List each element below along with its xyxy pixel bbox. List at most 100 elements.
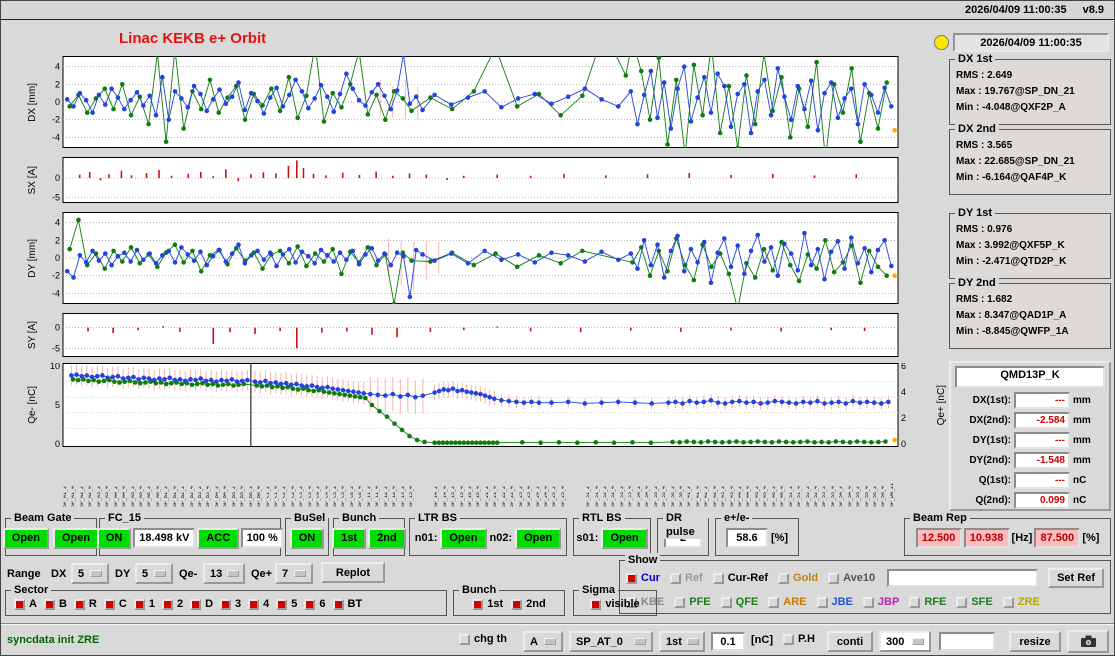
show-qfe-label: QFE bbox=[736, 596, 759, 608]
show-ave10-checkbox[interactable]: Ave10 bbox=[828, 572, 875, 584]
show-jbe-checkbox[interactable]: JBE bbox=[817, 596, 853, 608]
show-sfe-checkbox[interactable]: SFE bbox=[956, 596, 992, 608]
ph-checkbox[interactable]: P.H bbox=[783, 633, 815, 645]
conti-button[interactable]: conti bbox=[827, 631, 873, 652]
svg-text:-2: -2 bbox=[52, 115, 60, 125]
show-rfe-label: RFE bbox=[924, 596, 946, 608]
range-dy-value: 5 bbox=[142, 568, 148, 580]
sector-5-checkbox[interactable]: 5 bbox=[276, 598, 297, 610]
sigma-visible-indicator bbox=[590, 599, 601, 610]
range-dy-menu-indicator-icon bbox=[154, 570, 166, 577]
sector-5-label: 5 bbox=[291, 598, 297, 610]
sector-bt-checkbox[interactable]: BT bbox=[333, 598, 363, 610]
range-dy-select[interactable]: 5 bbox=[135, 563, 173, 584]
x-axis-label-SP_12_2: SP_12_2 bbox=[384, 451, 392, 507]
show-are-checkbox[interactable]: ARE bbox=[768, 596, 806, 608]
x-axis-label-SP_56_4: SP_56_4 bbox=[881, 451, 889, 507]
bpm-dy2-label: DY(2nd): bbox=[955, 455, 1011, 466]
range-dx-select[interactable]: 5 bbox=[71, 563, 109, 584]
fc15-kv-field[interactable]: 18.498 kV bbox=[133, 528, 195, 548]
fc15-acc-button[interactable]: ACC bbox=[197, 528, 239, 549]
sy-y-axis-title: SY [A] bbox=[21, 313, 43, 357]
sector-4-checkbox[interactable]: 4 bbox=[248, 598, 269, 610]
show-ref-checkbox[interactable]: Ref bbox=[670, 572, 703, 584]
sector-a-checkbox[interactable]: A bbox=[14, 598, 37, 610]
x-axis-label-SP_41_2: SP_41_2 bbox=[687, 451, 695, 507]
sector-bt-label: BT bbox=[348, 598, 363, 610]
show-pfe-checkbox[interactable]: PFE bbox=[674, 596, 710, 608]
show-pfe-label: PFE bbox=[689, 596, 710, 608]
ratio-value-field[interactable]: 58.6 bbox=[726, 528, 768, 548]
sector-4-label: 4 bbox=[263, 598, 269, 610]
show-gold-indicator bbox=[778, 573, 789, 584]
sector-frame: Sector ABRC12D3456BT bbox=[5, 590, 447, 616]
bpm-dx2-label: DX(2nd): bbox=[955, 415, 1011, 426]
bunch-2nd-button[interactable]: 2nd bbox=[368, 528, 406, 549]
x-axis-label-SP_14_2: SP_14_2 bbox=[434, 451, 442, 507]
sector-d-checkbox[interactable]: D bbox=[190, 598, 213, 610]
rtl-s01-open-button[interactable]: Open bbox=[601, 528, 647, 549]
show-jbp-checkbox[interactable]: JBP bbox=[863, 596, 899, 608]
threshold-entry[interactable]: 0.1 bbox=[711, 632, 745, 651]
bunch-1st-checkbox[interactable]: 1st bbox=[472, 598, 503, 610]
show-pfe-indicator bbox=[674, 597, 685, 608]
set-ref-button[interactable]: Set Ref bbox=[1048, 568, 1104, 588]
rtl-bs-frame: RTL BS s01: Open bbox=[573, 518, 651, 556]
sector-bt-indicator bbox=[333, 599, 344, 610]
count-select[interactable]: 300 bbox=[879, 631, 931, 652]
sector-b-checkbox[interactable]: B bbox=[44, 598, 67, 610]
range-qem-select[interactable]: 13 bbox=[203, 563, 245, 584]
sector-r-checkbox[interactable]: R bbox=[74, 598, 97, 610]
svg-text:4: 4 bbox=[55, 218, 60, 228]
x-axis-label-SP_33_4: SP_33_4 bbox=[628, 451, 636, 507]
chg-th-checkbox[interactable]: chg th bbox=[459, 633, 507, 645]
x-axis-label-SP_A2_4: SP_A2_4 bbox=[88, 451, 96, 507]
stat-box-dy-2nd: DY 2nd RMS : 1.682 Max : 8.347@QAD1P_A M… bbox=[949, 283, 1111, 349]
sector-6-checkbox[interactable]: 6 bbox=[304, 598, 325, 610]
sector-6-label: 6 bbox=[319, 598, 325, 610]
dx2-max: Max : 22.685@SP_DN_21 bbox=[956, 154, 1106, 170]
busel-on-button[interactable]: ON bbox=[290, 528, 325, 549]
replot-button[interactable]: Replot bbox=[321, 562, 385, 583]
show-qfe-checkbox[interactable]: QFE bbox=[721, 596, 759, 608]
show-cur-checkbox[interactable]: Cur bbox=[626, 572, 660, 584]
qe-y-axis-title: Qe- [nC] bbox=[21, 363, 43, 447]
range-qep-select[interactable]: 7 bbox=[275, 563, 313, 584]
beam-gate-open2-button[interactable]: Open bbox=[53, 528, 99, 549]
fc15-on-button[interactable]: ON bbox=[97, 528, 132, 549]
ref-name-entry[interactable] bbox=[887, 569, 1038, 587]
ltr-n02-open-button[interactable]: Open bbox=[515, 528, 561, 549]
fc15-percent-field[interactable]: 100 % bbox=[241, 528, 283, 548]
bpm-select[interactable]: SP_AT_0 bbox=[569, 631, 653, 652]
sector-select[interactable]: A bbox=[523, 631, 563, 652]
screenshot-button[interactable] bbox=[1067, 630, 1109, 653]
sigma-visible-checkbox[interactable]: visible bbox=[590, 598, 639, 610]
show-cur-ref-checkbox[interactable]: Cur-Ref bbox=[713, 572, 768, 584]
resize-button[interactable]: resize bbox=[1009, 631, 1061, 652]
beam-gate-open1-button[interactable]: Open bbox=[3, 528, 49, 549]
bpm-row-q2: Q(2nd): 0.099 nC bbox=[955, 490, 1105, 510]
sector-2-checkbox[interactable]: 2 bbox=[162, 598, 183, 610]
aux-entry[interactable] bbox=[939, 632, 995, 651]
bunch-2nd-checkbox[interactable]: 2nd bbox=[511, 598, 546, 610]
sector-1-checkbox[interactable]: 1 bbox=[134, 598, 155, 610]
ratio-frame-label: e+/e- bbox=[721, 511, 752, 525]
show-zre-checkbox[interactable]: ZRE bbox=[1003, 596, 1040, 608]
sector-3-checkbox[interactable]: 3 bbox=[220, 598, 241, 610]
x-axis-gap bbox=[578, 451, 586, 507]
x-axis-label-SP_A5_2: SP_A5_2 bbox=[131, 451, 139, 507]
bpm-dy2-unit: mm bbox=[1073, 455, 1091, 466]
x-axis-label-SP_53_2: SP_53_2 bbox=[822, 451, 830, 507]
bunch-select[interactable]: 1st bbox=[659, 631, 705, 652]
x-axis-label-SP_16_4: SP_16_4 bbox=[476, 451, 484, 507]
x-axis-label-SP_C4_2: SP_C4_2 bbox=[316, 451, 324, 507]
plot-sy: SY [A]0-5 bbox=[21, 313, 931, 357]
busel-frame: BuSel ON bbox=[285, 518, 329, 556]
bpm-name-field[interactable]: QMD13P_K bbox=[955, 366, 1105, 388]
show-rfe-checkbox[interactable]: RFE bbox=[909, 596, 946, 608]
show-gold-checkbox[interactable]: Gold bbox=[778, 572, 818, 584]
ltr-n01-open-button[interactable]: Open bbox=[440, 528, 486, 549]
bunch-1st-button[interactable]: 1st bbox=[332, 528, 366, 549]
x-axis-label-SP_52_2: SP_52_2 bbox=[806, 451, 814, 507]
sector-c-checkbox[interactable]: C bbox=[104, 598, 127, 610]
